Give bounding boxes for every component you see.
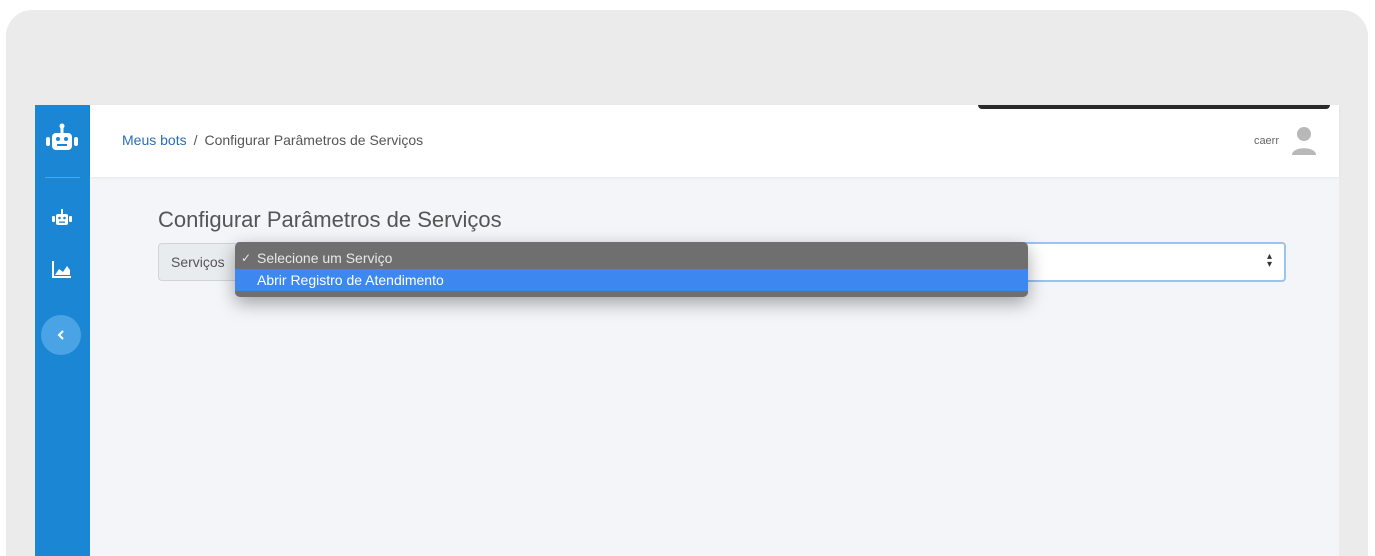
chevron-left-icon [57, 330, 64, 340]
top-header: Meus bots / Configurar Parâmetros de Ser… [90, 105, 1339, 177]
service-select-label: Serviços [158, 243, 237, 281]
option-label: Abrir Registro de Atendimento [257, 272, 444, 288]
app-frame: Meus bots / Configurar Parâmetros de Ser… [6, 10, 1368, 556]
option-label: Selecione um Serviço [257, 250, 393, 266]
page-title: Configurar Parâmetros de Serviços [158, 207, 502, 232]
user-avatar-icon[interactable] [1291, 125, 1317, 157]
breadcrumb: Meus bots / Configurar Parâmetros de Ser… [122, 132, 423, 148]
area-chart-icon[interactable] [51, 258, 73, 280]
main-content: Meus bots / Configurar Parâmetros de Ser… [90, 105, 1339, 556]
sidebar [35, 105, 90, 556]
username: caerr [1253, 135, 1279, 147]
breadcrumb-link-meus-bots[interactable]: Meus bots [122, 132, 187, 148]
breadcrumb-separator: / [193, 132, 198, 148]
robot-icon[interactable] [51, 207, 73, 229]
dropdown-option-abrir-registro[interactable]: Abrir Registro de Atendimento [235, 269, 1028, 291]
robot-logo-icon[interactable] [43, 123, 81, 157]
sidebar-divider [45, 177, 80, 178]
breadcrumb-current: Configurar Parâmetros de Serviços [204, 132, 424, 148]
overlay-bar [978, 105, 1330, 109]
checkmark-icon: ✓ [241, 251, 252, 265]
select-updown-icon: ▴ ▾ [1266, 251, 1272, 270]
dropdown-option-placeholder[interactable]: ✓ Selecione um Serviço [235, 248, 1028, 268]
service-dropdown-popup: ✓ Selecione um Serviço Abrir Registro de… [235, 242, 1028, 297]
user-menu[interactable]: caerr [1254, 125, 1317, 157]
sidebar-collapse-button[interactable] [41, 315, 81, 355]
